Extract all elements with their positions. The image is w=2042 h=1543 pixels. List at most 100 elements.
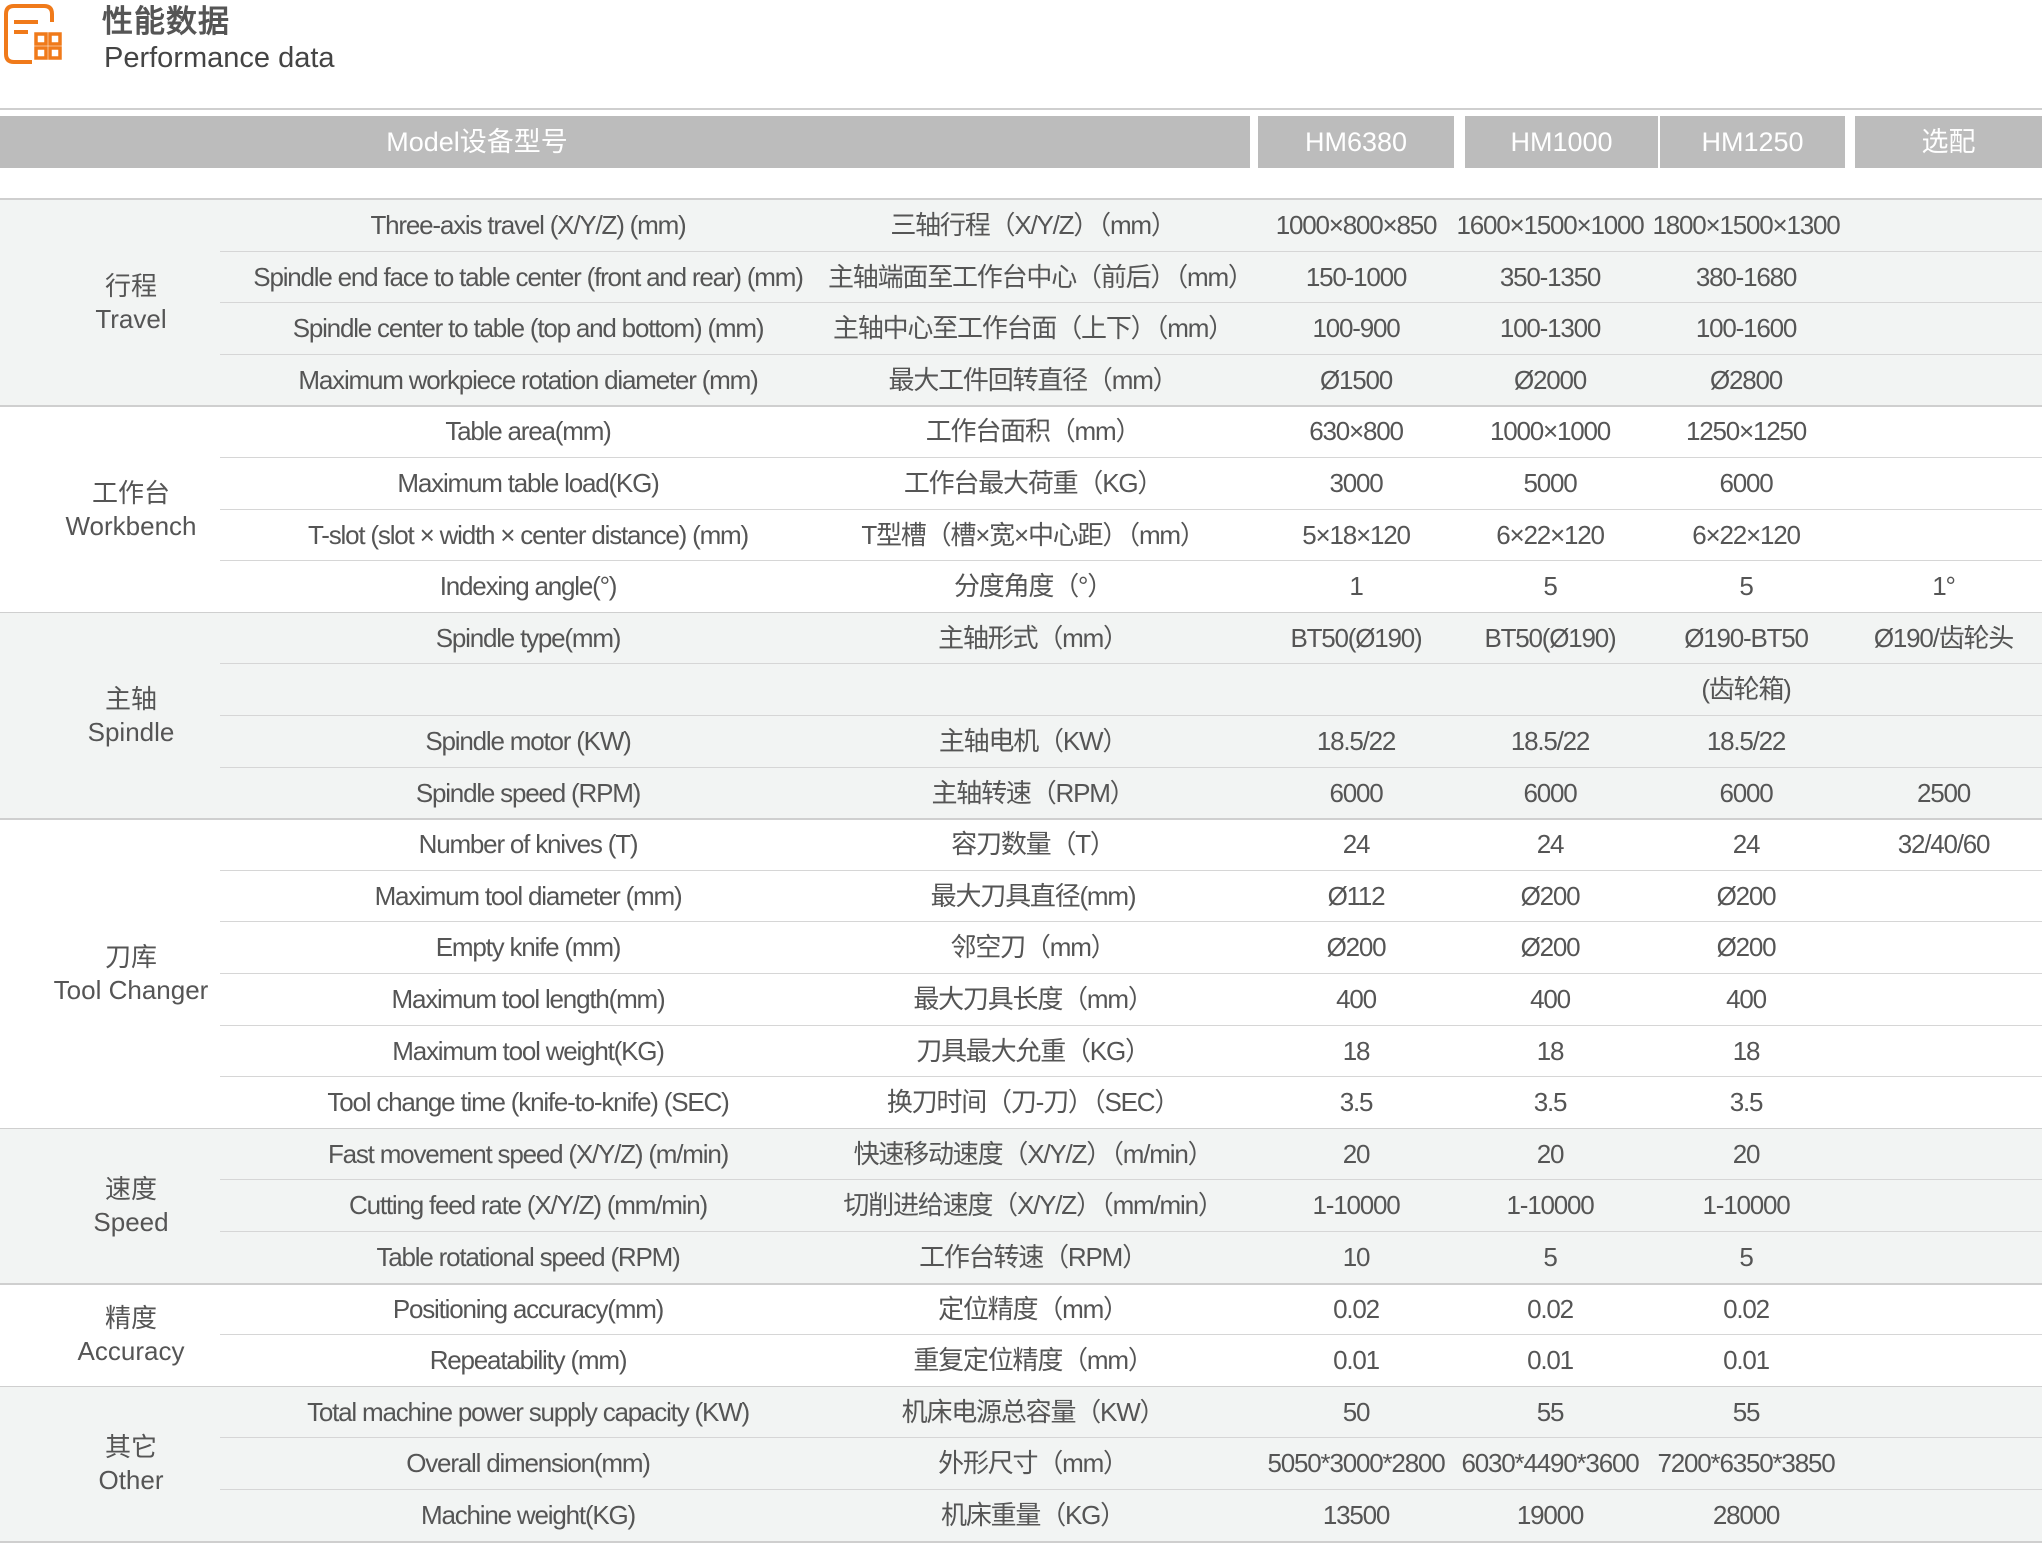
spec-cn: 主轴形式（mm）: [938, 622, 1129, 653]
value-hm1000: 5000: [1523, 467, 1577, 498]
value-optional: [1845, 1284, 2042, 1336]
table-row: (齿轮箱): [0, 664, 2042, 716]
value-hm1250: 6×22×120: [1692, 519, 1801, 550]
value-hm1000: 5: [1543, 1241, 1557, 1272]
value-hm1250: (齿轮箱): [1701, 674, 1792, 705]
spec-cn: 快速移动速度（X/Y/Z）（m/min）: [853, 1138, 1214, 1169]
model-header-optional: 选配: [1855, 116, 2042, 168]
spec-cn: 换刀时间（刀-刀）（SEC）: [886, 1087, 1181, 1118]
spec-en: Maximum tool diameter (mm): [374, 880, 683, 911]
value-hm6380: 1: [1349, 571, 1363, 602]
value-hm1000: 5: [1543, 571, 1557, 602]
model-header-label: Model设备型号: [0, 116, 1250, 168]
table-row: Empty knife (mm) 邻空刀（mm） Ø200 Ø200 Ø200: [0, 922, 2042, 974]
value-hm1250: 7200*6350*3850: [1657, 1448, 1836, 1479]
value-optional: [1845, 510, 2042, 562]
value-optional: 1°: [1932, 571, 1956, 602]
value-optional: [1845, 355, 2042, 407]
value-hm6380: 5×18×120: [1302, 519, 1411, 550]
spec-cn: 最大刀具长度（mm）: [913, 983, 1154, 1014]
value-optional: [1845, 1129, 2042, 1181]
page-title-en: Performance data: [104, 42, 335, 74]
value-hm1250: 0.01: [1723, 1345, 1770, 1376]
value-hm1000: 18: [1536, 1035, 1565, 1066]
value-optional: 32/40/60: [1897, 829, 1991, 860]
table-row: T-slot (slot × width × center distance) …: [0, 510, 2042, 562]
page-header: 性能数据 Performance data: [0, 0, 2042, 108]
value-hm1000: 24: [1536, 829, 1565, 860]
spec-en: Cutting feed rate (X/Y/Z) (mm/min): [349, 1190, 708, 1221]
spec-cn: 定位精度（mm）: [938, 1293, 1129, 1324]
value-hm1000: 20: [1536, 1138, 1565, 1169]
spec-group: 精度 Accuracy Positioning accuracy(mm) 定位精度（m…: [0, 1284, 2042, 1388]
spec-en: Machine weight(KG): [421, 1499, 636, 1530]
value-hm6380: 630×800: [1309, 416, 1404, 447]
value-hm1250: 400: [1726, 983, 1767, 1014]
value-hm1250: 55: [1732, 1396, 1761, 1427]
value-hm6380: 3000: [1329, 467, 1383, 498]
spec-group: 工作台 Workbench Table area(mm) 工作台面积（mm） 630×8…: [0, 406, 2042, 614]
spec-en: Indexing angle(°): [439, 571, 618, 602]
value-hm1250: 3.5: [1729, 1087, 1764, 1118]
value-hm1250: 24: [1732, 829, 1761, 860]
value-optional: [1845, 1335, 2042, 1387]
value-hm6380: 150-1000: [1305, 261, 1407, 292]
value-optional: [1845, 974, 2042, 1026]
value-hm6380: 20: [1342, 1138, 1371, 1169]
value-hm6380: 18.5/22: [1316, 725, 1397, 756]
value-hm1000: 6000: [1523, 777, 1577, 808]
value-hm1000: 100-1300: [1499, 313, 1601, 344]
value-hm1000: 3.5: [1533, 1087, 1568, 1118]
value-hm1000: 1000×1000: [1489, 416, 1611, 447]
spec-cn: 分度角度（°）: [954, 571, 1113, 602]
value-hm1000: 6030*4490*3600: [1461, 1448, 1640, 1479]
value-hm6380: 5050*3000*2800: [1267, 1448, 1446, 1479]
spec-en: Number of knives (T): [418, 829, 639, 860]
value-optional: [1845, 1387, 2042, 1439]
value-hm1000: 400: [1530, 983, 1571, 1014]
spec-en: Fast movement speed (X/Y/Z) (m/min): [327, 1138, 729, 1169]
spec-cn: T型槽（槽×宽×中心距）（mm）: [861, 519, 1206, 550]
value-optional: [1845, 1077, 2042, 1129]
value-optional: [1845, 1026, 2042, 1078]
table-row: Spindle motor (KW) 主轴电机（KW） 18.5/22 18.5/22…: [0, 716, 2042, 768]
spec-en: Empty knife (mm): [435, 932, 622, 963]
value-optional: 2500: [1916, 777, 1971, 808]
table-row: Maximum tool weight(KG) 刀具最大允重（KG） 18 18 18: [0, 1026, 2042, 1078]
value-optional: [1845, 922, 2042, 974]
value-hm6380: 0.01: [1333, 1345, 1380, 1376]
spec-cn: 刀具最大允重（KG）: [916, 1035, 1151, 1066]
table-row: Spindle end face to table center (front …: [0, 252, 2042, 304]
value-hm1250: 5: [1739, 1241, 1753, 1272]
value-hm1000: 18.5/22: [1510, 725, 1591, 756]
spec-en: Tool change time (knife-to-knife) (SEC): [327, 1087, 729, 1118]
spec-en: Three-axis travel (X/Y/Z) (mm): [370, 210, 686, 240]
table-row: Fast movement speed (X/Y/Z) (m/min) 快速移动速…: [0, 1129, 2042, 1181]
table-row: Maximum table load(KG) 工作台最大荷重（KG） 3000 500…: [0, 458, 2042, 510]
header-divider: [0, 108, 2042, 110]
value-hm1000: 19000: [1516, 1499, 1585, 1530]
spec-cn: 最大刀具直径(mm): [930, 880, 1137, 911]
value-hm6380: Ø1500: [1319, 364, 1393, 395]
spec-en: Total machine power supply capacity (KW): [307, 1396, 750, 1427]
spec-sheet-icon: [4, 4, 62, 64]
table-row: Spindle center to table (top and bottom)…: [0, 303, 2042, 355]
spec-cn: 容刀数量（T）: [951, 829, 1116, 860]
value-hm1250: 1250×1250: [1685, 416, 1807, 447]
value-hm1000: Ø2000: [1513, 364, 1587, 395]
spec-cn: 三轴行程（X/Y/Z）（mm）: [890, 210, 1177, 240]
table-row: Spindle speed (RPM) 主轴转速（RPM） 6000 6000 6000…: [0, 768, 2042, 820]
value-hm1000: 350-1350: [1499, 261, 1601, 292]
value-hm1250: Ø2800: [1709, 364, 1783, 395]
value-hm6380: [1258, 664, 1454, 716]
value-hm1000: 6×22×120: [1496, 519, 1605, 550]
spec-en: Spindle end face to table center (front …: [253, 261, 804, 292]
spec-cn: 主轴中心至工作台面（上下）（mm）: [833, 313, 1234, 344]
value-optional: [1845, 1438, 2042, 1490]
value-optional: [1845, 1490, 2042, 1542]
value-hm1000: [1452, 664, 1648, 716]
table-row: Indexing angle(°) 分度角度（°） 1 5 5 1°: [0, 561, 2042, 613]
value-hm1250: Ø200: [1716, 932, 1777, 963]
table-row: Maximum tool diameter (mm) 最大刀具直径(mm) Ø112…: [0, 871, 2042, 923]
spec-group: 主轴 Spindle Spindle type(mm) 主轴形式（mm） BT50(Ø1…: [0, 612, 2042, 821]
